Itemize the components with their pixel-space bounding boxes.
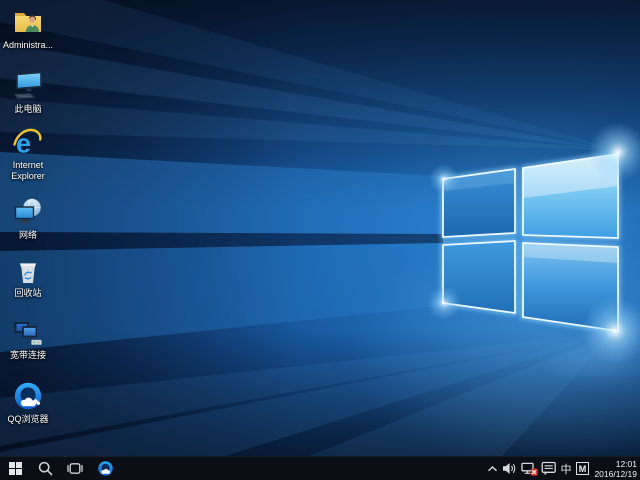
user-folder-icon xyxy=(12,6,44,38)
desktop-icon-label: Administra... xyxy=(3,40,53,51)
desktop-icon-label: QQ浏览器 xyxy=(7,414,48,425)
start-button[interactable] xyxy=(0,457,30,480)
network-disconnected-icon xyxy=(521,462,538,476)
search-icon xyxy=(38,461,53,476)
volume-icon xyxy=(502,462,517,475)
network-status-button[interactable] xyxy=(519,457,539,480)
hidden-icons-button[interactable] xyxy=(484,457,500,480)
desktop-icon-broadband-connection[interactable]: 宽带连接 xyxy=(0,316,56,361)
task-view-button[interactable] xyxy=(60,457,90,480)
desktop-icon-qq-browser[interactable]: QQ浏览器 xyxy=(0,380,56,425)
task-view-icon xyxy=(67,462,83,475)
system-tray: 中 M 12:01 2016/12/19 xyxy=(484,457,640,480)
message-icon xyxy=(541,461,557,476)
desktop-icon-label: 宽带连接 xyxy=(10,350,46,361)
clock-date: 2016/12/19 xyxy=(594,469,637,479)
windows-desktop: Administra... 此电脑 e Internet Explorer xyxy=(0,0,640,480)
desktop-icon-label: Internet Explorer xyxy=(0,160,56,182)
messages-button[interactable] xyxy=(539,457,558,480)
this-pc-icon xyxy=(12,70,44,102)
search-button[interactable] xyxy=(30,457,60,480)
taskbar-qq-browser-button[interactable] xyxy=(90,457,120,480)
internet-explorer-icon: e xyxy=(12,126,44,158)
desktop-icon-label: 此电脑 xyxy=(14,104,41,115)
desktop-icon-internet-explorer[interactable]: e Internet Explorer xyxy=(0,126,56,182)
desktop-icon-label: 回收站 xyxy=(14,288,41,299)
clock-time: 12:01 xyxy=(594,459,637,469)
volume-button[interactable] xyxy=(500,457,519,480)
ime-language-button[interactable]: M xyxy=(574,457,591,480)
desktop-icon-this-pc[interactable]: 此电脑 xyxy=(0,70,56,115)
taskbar: 中 M 12:01 2016/12/19 xyxy=(0,456,640,480)
network-icon xyxy=(12,196,44,228)
wallpaper-windows-hero xyxy=(0,0,640,480)
desktop-icon-network[interactable]: 网络 xyxy=(0,196,56,241)
windows-logo-icon xyxy=(9,462,22,475)
taskbar-clock[interactable]: 12:01 2016/12/19 xyxy=(591,459,637,479)
broadband-connection-icon xyxy=(12,316,44,348)
ime-mode-indicator[interactable]: 中 xyxy=(558,457,574,480)
recycle-bin-icon xyxy=(12,254,44,286)
qq-browser-icon xyxy=(12,380,44,412)
taskbar-empty-area xyxy=(120,457,484,480)
ime-letter-indicator: M xyxy=(576,462,589,475)
desktop-icon-administrator-folder[interactable]: Administra... xyxy=(0,6,56,51)
desktop-icon-recycle-bin[interactable]: 回收站 xyxy=(0,254,56,299)
qq-browser-icon xyxy=(97,460,114,477)
desktop-icon-label: 网络 xyxy=(19,230,37,241)
chevron-up-icon xyxy=(487,465,498,473)
